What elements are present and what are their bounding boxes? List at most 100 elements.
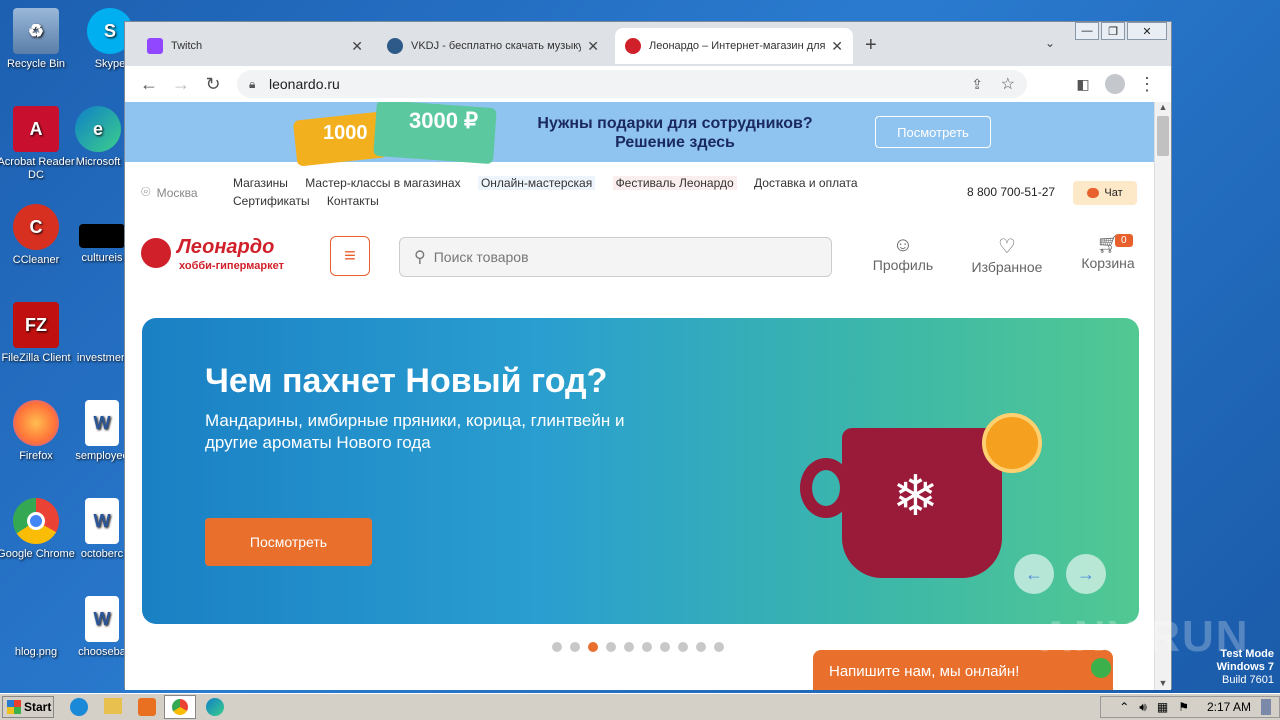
nav-link-master-classes[interactable]: Мастер-классы в магазинах (305, 176, 460, 190)
share-icon[interactable]: ⇪ (971, 76, 983, 93)
back-button[interactable]: ← (135, 70, 163, 98)
nav-link-delivery[interactable]: Доставка и оплата (754, 176, 858, 190)
tab-twitch[interactable]: Twitch ✕ (137, 28, 373, 64)
volume-icon[interactable]: 🔊︎ (1139, 700, 1147, 715)
carousel-dots (552, 642, 724, 652)
banner-headline: Нужны подарки для сотрудников? (537, 115, 813, 132)
browser-window: Twitch ✕ VKDJ - бесплатно скачать музыку… (124, 21, 1172, 690)
taskbar-media-icon[interactable] (138, 698, 156, 716)
address-bar[interactable]: 🔒︎ leonardo.ru ⇪ ☆ (237, 70, 1027, 98)
network-icon[interactable]: ▦ (1157, 700, 1168, 714)
carousel-dot[interactable] (696, 642, 706, 652)
carousel-dot[interactable] (588, 642, 598, 652)
chrome-icon (13, 498, 59, 544)
clock[interactable]: 2:17 AM (1207, 700, 1251, 714)
show-desktop-icon[interactable] (1261, 699, 1271, 715)
city-selector[interactable]: ⌾ Москва (141, 184, 198, 202)
banner-view-button[interactable]: Посмотреть (875, 116, 991, 148)
forward-button[interactable]: → (167, 70, 195, 98)
carousel-dot[interactable] (642, 642, 652, 652)
chat-button[interactable]: Чат (1073, 181, 1137, 205)
promo-banner[interactable]: 1000 3000 ₽ Нужны подарки для сотруднико… (125, 102, 1155, 167)
leonardo-favicon-icon (625, 38, 641, 54)
profile-avatar-icon[interactable] (1101, 70, 1129, 98)
search-input[interactable]: ⚲ Поиск товаров (399, 237, 832, 277)
taskbar-explorer-icon[interactable] (104, 698, 122, 714)
scrollbar-thumb[interactable] (1157, 116, 1169, 156)
system-tray: ⌃ 🔊︎ ▦ ⚑ 2:17 AM (1100, 696, 1280, 718)
desktop-icon-recycle-bin[interactable]: ♻ Recycle Bin (0, 8, 76, 71)
nav-link-certificates[interactable]: Сертификаты (233, 194, 310, 208)
image-file-icon (13, 596, 59, 642)
carousel-dot[interactable] (552, 642, 562, 652)
browser-toolbar: ← → ↻ 🔒︎ leonardo.ru ⇪ ☆ ◧ ⋮ (125, 66, 1171, 102)
site-logo[interactable]: Леонардо хобби-гипермаркет (141, 236, 311, 276)
mulled-wine-mug-illustration: ❄ (800, 428, 1002, 578)
close-window-button[interactable]: ✕ (1127, 22, 1167, 40)
carousel-dot[interactable] (714, 642, 724, 652)
carousel-prev-button[interactable]: ← (1014, 554, 1054, 594)
tab-strip: Twitch ✕ VKDJ - бесплатно скачать музыку… (125, 22, 1171, 66)
ccleaner-icon: C (13, 204, 59, 250)
hero-view-button[interactable]: Посмотреть (205, 518, 372, 566)
scroll-up-arrow-icon[interactable]: ▲ (1155, 102, 1171, 112)
page-scrollbar[interactable]: ▲ ▼ (1154, 102, 1171, 690)
close-tab-icon[interactable]: ✕ (351, 38, 363, 55)
catalog-menu-button[interactable]: ≡ (330, 236, 370, 276)
location-pin-icon: ⌾ (141, 184, 151, 201)
recycle-bin-icon: ♻ (13, 8, 59, 54)
minimize-button[interactable]: — (1075, 22, 1099, 40)
hamburger-icon: ≡ (344, 244, 356, 267)
tab-vkdj[interactable]: VKDJ - бесплатно скачать музыку ✕ (377, 28, 609, 64)
tray-expand-icon[interactable]: ⌃ (1119, 700, 1129, 714)
carousel-next-button[interactable]: → (1066, 554, 1106, 594)
nav-link-online-workshop[interactable]: Онлайн-мастерская (477, 176, 596, 190)
close-tab-icon[interactable]: ✕ (587, 38, 599, 55)
hero-title: Чем пахнет Новый год? (205, 362, 608, 400)
close-tab-icon[interactable]: ✕ (831, 38, 843, 55)
nav-link-contacts[interactable]: Контакты (327, 194, 379, 208)
phone-number[interactable]: 8 800 700-51-27 (967, 185, 1055, 199)
maximize-button[interactable]: ❐ (1101, 22, 1125, 40)
profile-link[interactable]: ☺ Профиль (871, 234, 935, 273)
tab-search-icon[interactable]: ⌄ (1045, 36, 1055, 50)
scroll-down-arrow-icon[interactable]: ▼ (1155, 678, 1171, 688)
bookmark-star-icon[interactable]: ☆ (1001, 74, 1015, 94)
page-content: 1000 3000 ₽ Нужны подарки для сотруднико… (125, 102, 1155, 690)
carousel-dot[interactable] (570, 642, 580, 652)
heart-icon: ♡ (998, 236, 1016, 258)
nav-link-stores[interactable]: Магазины (233, 176, 288, 190)
file-icon (79, 302, 125, 348)
menu-kebab-icon[interactable]: ⋮ (1133, 70, 1161, 98)
carousel-dot[interactable] (660, 642, 670, 652)
search-icon: ⚲ (414, 249, 426, 266)
windows-taskbar: Start ⌃ 🔊︎ ▦ ⚑ 2:17 AM (0, 693, 1280, 720)
carousel-dot[interactable] (624, 642, 634, 652)
chat-bubble-icon (1087, 188, 1100, 198)
banner-amount-1000: 1000 (323, 122, 368, 144)
snowflake-icon: ❄ (892, 464, 939, 527)
taskbar-edge-icon[interactable] (206, 698, 224, 716)
taskbar-ie-icon[interactable] (70, 698, 88, 716)
carousel-dot[interactable] (606, 642, 616, 652)
reload-button[interactable]: ↻ (199, 70, 227, 98)
hero-carousel-slide[interactable]: Чем пахнет Новый год? Мандарины, имбирны… (142, 318, 1139, 624)
orange-slice-illustration (982, 413, 1042, 473)
favorites-link[interactable]: ♡ Избранное (965, 234, 1049, 275)
carousel-dot[interactable] (678, 642, 688, 652)
tab-leonardo[interactable]: Леонардо – Интернет-магазин для ✕ (615, 28, 853, 64)
new-tab-button[interactable]: + (865, 34, 877, 57)
cart-link[interactable]: 🛒︎ Корзина 0 (1075, 234, 1141, 271)
windows-logo-icon (7, 700, 21, 714)
lock-icon: 🔒︎ (249, 76, 256, 91)
acrobat-icon: A (13, 106, 59, 152)
banner-subheadline: Решение здесь (615, 134, 735, 151)
vkdj-favicon-icon (387, 38, 403, 54)
flag-icon[interactable]: ⚑ (1178, 700, 1189, 714)
start-button[interactable]: Start (2, 696, 54, 718)
taskbar-chrome-icon[interactable] (164, 695, 196, 719)
word-doc-icon: W (85, 400, 119, 446)
side-panel-icon[interactable]: ◧ (1069, 70, 1097, 98)
nav-link-festival[interactable]: Фестиваль Леонардо (612, 176, 737, 190)
filezilla-icon: FZ (13, 302, 59, 348)
